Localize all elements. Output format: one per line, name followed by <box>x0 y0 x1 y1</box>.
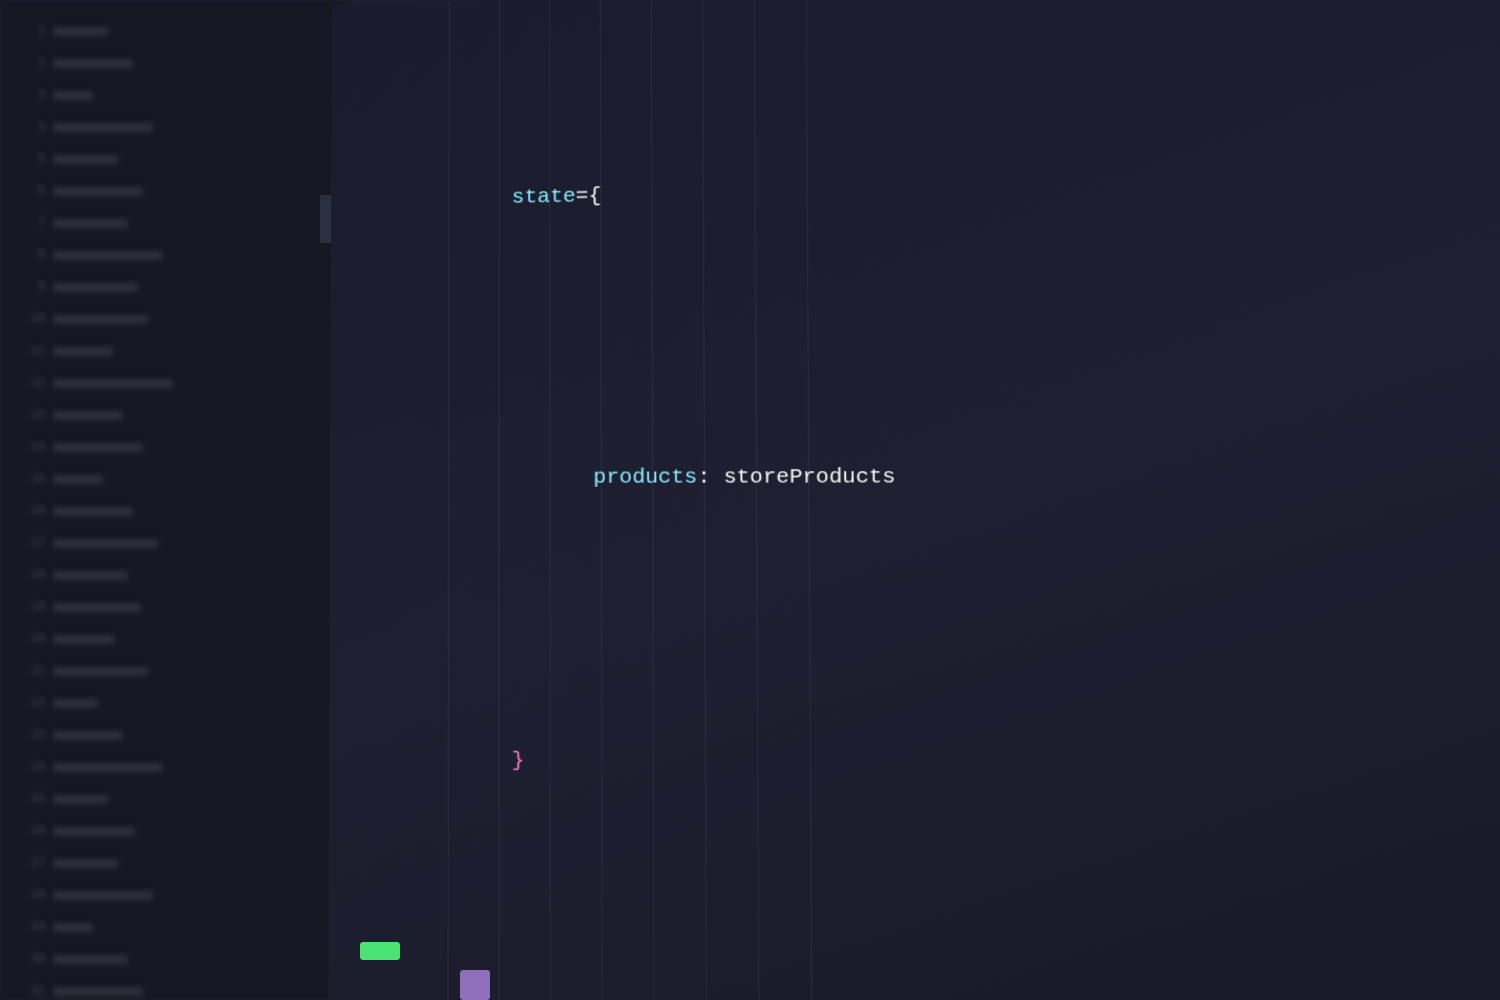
sidebar-code-lines: 1 2 3 4 5 6 7 8 9 10 11 12 13 14 15 16 1… <box>0 0 350 1000</box>
editor-container: 1 2 3 4 5 6 7 8 9 10 11 12 13 14 15 16 1… <box>0 0 1500 1000</box>
code-viewport: state={ products: storeProducts } render… <box>328 0 1500 1000</box>
code-line-3: } <box>359 699 1165 835</box>
code-line-1: state={ <box>361 125 1158 260</box>
code-token: } <box>512 750 525 774</box>
code-token: state <box>512 185 576 209</box>
code-content: state={ products: storeProducts } render… <box>328 0 1271 1000</box>
bottom-purple-element <box>460 970 490 1000</box>
code-line-2: products: storeProducts <box>360 415 1162 540</box>
code-token: products <box>593 466 697 490</box>
left-sidebar-panel: 1 2 3 4 5 6 7 8 9 10 11 12 13 14 15 16 1… <box>0 0 350 1000</box>
bottom-green-element <box>360 942 400 960</box>
